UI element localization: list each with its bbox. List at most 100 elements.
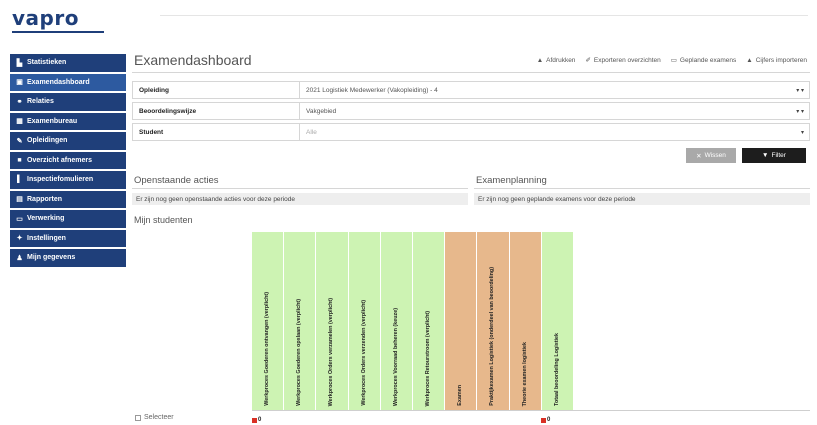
matrix-column[interactable]: Werkproces Orders verzenden (verplicht) xyxy=(348,232,381,410)
filter-label: Filter xyxy=(771,152,786,159)
sidebar-item-mijn-gegevens[interactable]: ♟ Mijn gegevens xyxy=(10,249,126,267)
sidebar-item-rapporten[interactable]: ▤ Rapporten xyxy=(10,190,126,208)
open-actions-title: Openstaande acties xyxy=(134,175,219,186)
opleiding-value: 2021 Logistiek Medewerker (Vakopleiding)… xyxy=(306,86,438,94)
student-select[interactable]: Alle ▾ xyxy=(299,124,809,140)
matrix-column[interactable]: Werkproces Orders verzamelen (verplicht) xyxy=(316,232,349,410)
vapro-logo[interactable]: vapro xyxy=(12,6,79,30)
column-header-label: Totaal beoordeling Logistiek xyxy=(553,333,560,406)
export-link[interactable]: ✐ Exporteren overzichten xyxy=(585,56,661,65)
sidebar-item-label: Overzicht afnemers xyxy=(27,156,92,164)
clear-button[interactable]: ✕ Wissen xyxy=(686,148,736,163)
status-count: 0 xyxy=(547,417,551,423)
select-label: Selecteer xyxy=(144,414,174,421)
column-header-label: Examen xyxy=(457,385,464,406)
filter-icon: ▼ xyxy=(762,152,769,159)
dashboard-icon: ▣ xyxy=(16,79,23,87)
user-plus-icon: ▲ xyxy=(746,56,753,64)
column-header-label: Praktijkexamen Logistiek (onderdeel van … xyxy=(489,267,496,406)
sidebar-item-label: Rapporten xyxy=(27,195,62,203)
file-icon: ▌ xyxy=(17,176,22,184)
sidebar-item-inspectieformulieren[interactable]: ▌ Inspectiefomulieren xyxy=(10,171,126,189)
column-header-label: Werkproces Goederen opslaan (verplicht) xyxy=(296,299,303,406)
beoordeling-label: Beoordelingswijze xyxy=(139,107,197,115)
sidebar-item-overzicht-afnemers[interactable]: ■ Overzicht afnemers xyxy=(10,151,126,169)
matrix-column[interactable]: Werkproces Voorraad beheren (keuze) xyxy=(380,232,413,410)
sidebar-item-opleidingen[interactable]: ✎ Opleidingen xyxy=(10,132,126,150)
clear-label: Wissen xyxy=(704,152,726,159)
red-square-icon xyxy=(252,417,257,423)
processing-icon: ▭ xyxy=(16,215,23,223)
select-row[interactable]: Selecteer xyxy=(135,414,174,421)
sidebar-item-label: Statistieken xyxy=(27,59,67,67)
exam-planning-title: Examenplanning xyxy=(476,175,547,186)
filter-button[interactable]: ▼ Filter xyxy=(742,148,806,163)
status-marker: 0 xyxy=(541,417,550,423)
calendar-icon: ▭ xyxy=(670,57,677,64)
beoordeling-value: Vakgebied xyxy=(306,107,337,115)
sidebar-item-examendashboard[interactable]: ▣ Examendashboard xyxy=(10,73,126,91)
matrix-column[interactable]: Theorie examen logistiek xyxy=(509,232,542,410)
status-count: 0 xyxy=(258,417,262,423)
logo-underline xyxy=(12,31,104,33)
column-header-label: Werkproces Goederen ontvangen (verplicht… xyxy=(264,292,270,406)
sidebar-item-label: Examendashboard xyxy=(27,78,90,86)
matrix-column[interactable]: Werkproces Retourstroom (verplicht) xyxy=(413,232,446,410)
sidebar-item-label: Opleidingen xyxy=(27,137,68,145)
beoordeling-select[interactable]: Vakgebied ▾ ▾ xyxy=(299,103,809,119)
matrix-column[interactable]: Praktijkexamen Logistiek (onderdeel van … xyxy=(477,232,510,410)
chevron-down-icon: ▾ xyxy=(800,129,804,136)
exam-planning-divider xyxy=(474,188,810,189)
print-icon: ▲ xyxy=(536,56,544,64)
action-label: Afdrukken xyxy=(546,56,576,64)
user-icon: ♟ xyxy=(16,254,23,262)
planned-exams-link[interactable]: ▭ Geplande examens xyxy=(670,56,737,65)
sidebar-item-verwerking[interactable]: ▭ Verwerking xyxy=(10,210,126,228)
select-checkbox[interactable] xyxy=(135,414,141,421)
sidebar-item-instellingen[interactable]: ✦ Instellingen xyxy=(10,229,126,247)
matrix-column[interactable]: Werkproces Goederen ontvangen (verplicht… xyxy=(252,232,285,410)
import-grades-link[interactable]: ▲ Cijfers importeren xyxy=(746,56,807,64)
pencil-icon: ✐ xyxy=(585,57,591,64)
opleiding-label: Opleiding xyxy=(139,86,169,94)
relations-icon: ⚭ xyxy=(16,98,23,106)
column-header-label: Werkproces Voorraad beheren (keuze) xyxy=(392,307,399,406)
sidebar-item-relaties[interactable]: ⚭ Relaties xyxy=(10,93,126,111)
print-link[interactable]: ▲ Afdrukken xyxy=(537,56,576,64)
student-placeholder: Alle xyxy=(306,128,317,136)
header-divider xyxy=(160,15,808,16)
settings-icon: ✦ xyxy=(16,235,23,243)
sidebar: ▙ Statistieken ▣ Examendashboard ⚭ Relaties… xyxy=(10,54,126,269)
chevron-down-icon: ▾ ▾ xyxy=(796,87,804,94)
filter-row-beoordeling: Beoordelingswijze Vakgebied ▾ ▾ xyxy=(132,102,810,120)
action-label: Geplande examens xyxy=(679,56,737,64)
sidebar-item-label: Verwerking xyxy=(27,215,65,223)
chevron-down-icon: ▾ ▾ xyxy=(796,108,804,115)
building-icon: ▦ xyxy=(16,118,23,126)
matrix-column[interactable]: Examen xyxy=(445,232,478,410)
bar-chart-icon: ▙ xyxy=(16,59,23,67)
open-actions-message: Er zijn nog geen openstaande acties voor… xyxy=(132,193,468,205)
sidebar-item-examenbureau[interactable]: ▦ Examenbureau xyxy=(10,112,126,130)
sidebar-item-label: Mijn gegevens xyxy=(27,254,76,262)
opleiding-select[interactable]: 2021 Logistiek Medewerker (Vakopleiding)… xyxy=(299,82,809,98)
header-actions: ▲ Afdrukken ✐ Exporteren overzichten ▭ Gepl… xyxy=(537,56,807,65)
matrix-divider xyxy=(252,410,810,411)
title-divider xyxy=(132,72,810,73)
filter-row-student: Student Alle ▾ xyxy=(132,123,810,141)
column-header-label: Werkproces Orders verzenden (verplicht) xyxy=(360,300,367,406)
report-icon: ▤ xyxy=(16,196,23,204)
matrix-column[interactable]: Totaal beoordeling Logistiek xyxy=(541,232,574,410)
sidebar-item-label: Instellingen xyxy=(27,234,66,242)
status-marker: 0 xyxy=(252,417,261,423)
action-label: Exporteren overzichten xyxy=(593,56,661,64)
red-square-icon xyxy=(541,417,546,423)
column-header-label: Theorie examen logistiek xyxy=(521,341,528,406)
matrix-column[interactable]: Werkproces Goederen opslaan (verplicht) xyxy=(284,232,317,410)
action-label: Cijfers importeren xyxy=(755,56,807,64)
column-header-label: Werkproces Orders verzamelen (verplicht) xyxy=(328,297,335,406)
sidebar-item-label: Relaties xyxy=(27,98,54,106)
exam-planning-message: Er zijn nog geen geplande examens voor d… xyxy=(474,193,810,205)
sidebar-item-statistieken[interactable]: ▙ Statistieken xyxy=(10,54,126,72)
open-actions-divider xyxy=(132,188,468,189)
